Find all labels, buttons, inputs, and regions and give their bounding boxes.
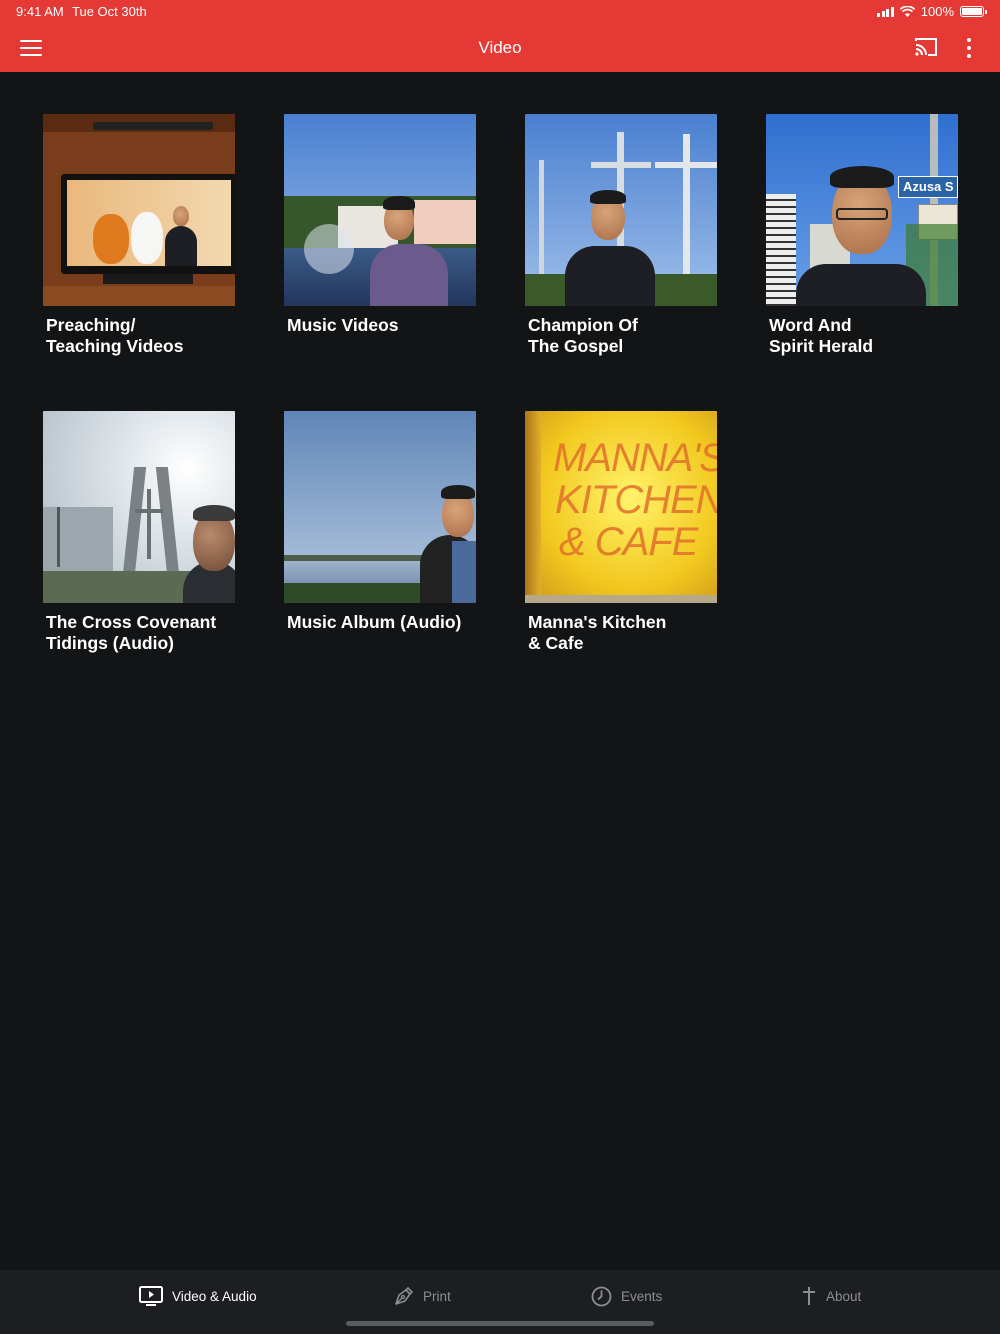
tile-label: The Cross Covenant Tidings (Audio) [46, 612, 217, 653]
wifi-icon [899, 6, 915, 17]
tile-preaching-teaching-videos[interactable]: Preaching/ Teaching Videos [43, 114, 235, 357]
tile-word-and-spirit-herald[interactable]: Azusa S Word And Spirit Herald [766, 114, 958, 357]
street-sign: Azusa S [898, 176, 958, 198]
nav-label: Events [621, 1288, 663, 1304]
tile-label: Word And Spirit Herald [769, 315, 874, 356]
battery-percent: 100% [920, 4, 954, 19]
tile-cross-covenant-tidings[interactable]: The Cross Covenant Tidings (Audio) [43, 411, 235, 654]
thumbnail-image [43, 411, 235, 603]
tv-play-icon [139, 1286, 163, 1306]
nav-label: Video & Audio [172, 1288, 257, 1304]
signal-icon [877, 6, 894, 17]
status-bar: 9:41 AM Tue Oct 30th 100% [0, 0, 1000, 24]
thumbnail-image [284, 411, 476, 603]
nav-label: Print [423, 1288, 451, 1304]
header: 9:41 AM Tue Oct 30th 100% Video [0, 0, 1000, 72]
tile-label: Music Album (Audio) [287, 612, 462, 632]
status-time: 9:41 AM [16, 4, 64, 19]
clock-icon [591, 1286, 612, 1306]
manna-sign-line-3: & CAFE [559, 520, 698, 564]
more-vertical-icon[interactable] [966, 38, 972, 58]
cross-icon [803, 1287, 815, 1305]
pen-nib-icon [395, 1286, 414, 1305]
thumbnail-image [525, 114, 717, 306]
tile-music-album-audio[interactable]: Music Album (Audio) [284, 411, 476, 633]
home-indicator [346, 1321, 654, 1326]
status-date: Tue Oct 30th [72, 4, 147, 19]
tile-label: Champion Of The Gospel [528, 315, 638, 356]
tile-mannas-kitchen-cafe[interactable]: MANNA'S KITCHEN & CAFE Manna's Kitchen &… [525, 411, 717, 654]
nav-label: About [826, 1288, 862, 1304]
status-indicators: 100% [877, 4, 987, 19]
tile-champion-of-the-gospel[interactable]: Champion Of The Gospel [525, 114, 717, 357]
tile-music-videos[interactable]: Music Videos [284, 114, 476, 336]
thumbnail-image: Azusa S [766, 114, 958, 306]
manna-sign-line-2: KITCHEN [555, 478, 717, 522]
nav-item-video-audio[interactable]: Video & Audio [139, 1284, 257, 1308]
page-title: Video [478, 38, 522, 57]
thumbnail-image [284, 114, 476, 306]
nav-item-print[interactable]: Print [394, 1284, 451, 1308]
app-bar: Video [0, 24, 1000, 72]
manna-sign-line-1: MANNA'S [553, 436, 717, 480]
nav-item-events[interactable]: Events [591, 1284, 662, 1308]
cast-icon[interactable] [914, 37, 938, 57]
tile-label: Manna's Kitchen & Cafe [528, 612, 667, 653]
tile-label: Preaching/ Teaching Videos [46, 315, 184, 356]
thumbnail-image: MANNA'S KITCHEN & CAFE [525, 411, 717, 603]
nav-item-about[interactable]: About [801, 1284, 861, 1308]
thumbnail-image [43, 114, 235, 306]
battery-icon [960, 6, 987, 17]
tile-label: Music Videos [287, 315, 399, 335]
